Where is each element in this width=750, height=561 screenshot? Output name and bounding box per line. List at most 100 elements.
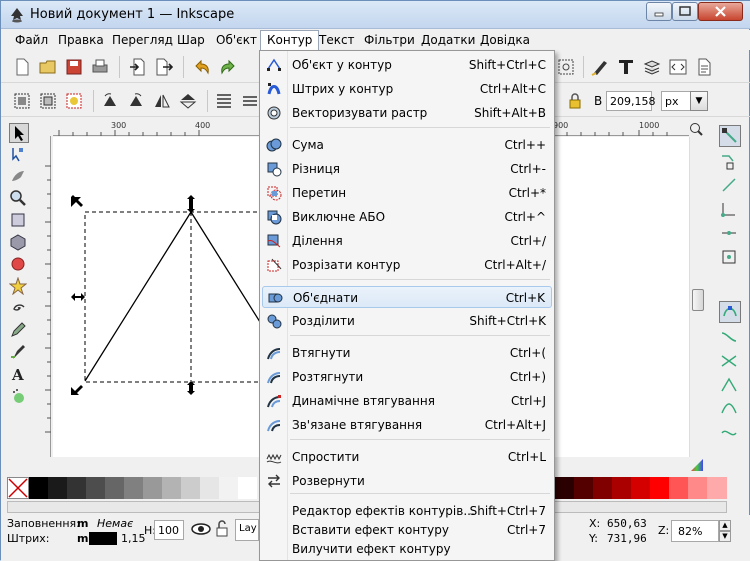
zoom-tool[interactable] <box>9 189 29 209</box>
open-folder-icon[interactable] <box>39 58 57 76</box>
pen-tool[interactable] <box>9 343 29 363</box>
swatch[interactable] <box>631 477 650 499</box>
node-tool[interactable] <box>9 145 29 165</box>
layer-select[interactable]: Lay <box>235 519 259 541</box>
menu-object[interactable]: Об'єкт <box>216 33 257 47</box>
height-field[interactable]: 209,158 <box>606 91 656 111</box>
zoom-drawing-icon[interactable] <box>557 58 575 76</box>
swatch[interactable] <box>105 477 124 499</box>
swatch[interactable] <box>162 477 181 499</box>
snap-midpoints-button[interactable] <box>719 223 741 245</box>
zoom-up-button[interactable]: ▲ <box>719 520 731 531</box>
flip-horizontal-icon[interactable] <box>153 92 171 110</box>
import-icon[interactable] <box>129 58 147 76</box>
eye-icon[interactable] <box>191 521 211 537</box>
swatch[interactable] <box>238 477 257 499</box>
swatch[interactable] <box>29 477 48 499</box>
swatch[interactable] <box>67 477 86 499</box>
snap-guide-button[interactable] <box>719 423 741 445</box>
path-menu-item[interactable]: Розтягнути Ctrl+) <box>262 366 552 388</box>
snap-paths-button[interactable] <box>719 327 741 349</box>
rotate-cw-icon[interactable] <box>127 92 145 110</box>
none-swatch[interactable] <box>7 477 29 499</box>
raise-icon[interactable] <box>241 92 259 110</box>
ellipse-tool[interactable] <box>9 255 29 275</box>
menu-path[interactable]: Контур <box>260 30 320 50</box>
swatch[interactable] <box>48 477 67 499</box>
xml-editor-icon[interactable] <box>669 58 687 76</box>
path-menu-item[interactable]: Перетин Ctrl+* <box>262 182 552 204</box>
path-menu-item[interactable]: Зв'язане втягування Ctrl+Alt+J <box>262 414 552 436</box>
path-menu-item[interactable]: Розрізати контур Ctrl+Alt+/ <box>262 254 552 276</box>
path-menu-item[interactable]: Втягнути Ctrl+( <box>262 342 552 364</box>
path-menu-item[interactable]: Векторизувати растр Shift+Alt+B <box>262 102 552 124</box>
stroke-width-value[interactable]: 1,15 <box>121 532 146 545</box>
path-menu-item[interactable]: Спростити Ctrl+L <box>262 446 552 468</box>
spiral-tool[interactable] <box>9 299 29 319</box>
select-tool[interactable] <box>9 123 29 143</box>
swatch[interactable] <box>219 477 238 499</box>
tweak-tool[interactable] <box>9 167 29 187</box>
deselect-icon[interactable] <box>65 92 83 110</box>
path-menu-item[interactable]: Штрих у контур Ctrl+Alt+C <box>262 78 552 100</box>
snap-smooth-button[interactable] <box>719 399 741 421</box>
path-menu-item[interactable]: Розділити Shift+Ctrl+K <box>262 310 552 332</box>
save-icon[interactable] <box>65 58 83 76</box>
close-button[interactable] <box>698 2 743 21</box>
raise-to-top-icon[interactable] <box>215 92 233 110</box>
undo-icon[interactable] <box>193 58 211 76</box>
maximize-button[interactable] <box>672 2 698 21</box>
swatch[interactable] <box>86 477 105 499</box>
zoom-down-button[interactable]: ▼ <box>719 531 731 542</box>
rectangle-tool[interactable] <box>9 211 29 231</box>
unit-dropdown-button[interactable]: ▼ <box>690 91 708 111</box>
snap-center-button[interactable] <box>719 247 741 269</box>
redo-icon[interactable] <box>219 58 237 76</box>
swatch[interactable] <box>143 477 162 499</box>
path-menu-item[interactable]: Об'єднати Ctrl+K <box>262 286 552 308</box>
swatch[interactable] <box>707 477 727 499</box>
swatch[interactable] <box>574 477 593 499</box>
snap-bbox-edges-button[interactable] <box>719 175 741 197</box>
menu-filters[interactable]: Фільтри <box>364 33 415 47</box>
path-menu-item[interactable]: Виключне АБО Ctrl+^ <box>262 206 552 228</box>
swatch[interactable] <box>688 477 707 499</box>
document-properties-icon[interactable] <box>695 58 713 76</box>
snap-toggle-button[interactable] <box>719 125 741 147</box>
fill-stroke-icon[interactable] <box>591 58 609 76</box>
new-document-icon[interactable] <box>13 58 31 76</box>
select-all-icon[interactable] <box>13 92 31 110</box>
snap-nodes-button[interactable] <box>719 301 741 323</box>
zoom-field[interactable]: 82% <box>671 520 719 542</box>
star-tool[interactable] <box>8 276 29 297</box>
vertical-scrollbar[interactable] <box>689 137 705 457</box>
3d-box-tool[interactable] <box>9 233 29 253</box>
vscroll-thumb[interactable] <box>692 289 704 311</box>
path-menu-item[interactable]: Ділення Ctrl+/ <box>262 230 552 252</box>
path-menu-item[interactable]: Динамічне втягування Ctrl+J <box>262 390 552 412</box>
lock-icon[interactable] <box>568 93 582 109</box>
menu-help[interactable]: Довідка <box>480 33 530 47</box>
select-all-layers-icon[interactable] <box>39 92 57 110</box>
opacity-field[interactable]: 100 <box>154 520 184 540</box>
swatch[interactable] <box>124 477 143 499</box>
text-font-icon[interactable] <box>617 58 635 76</box>
menu-extensions[interactable]: Додатки <box>421 33 475 47</box>
swatch[interactable] <box>612 477 631 499</box>
swatch[interactable] <box>181 477 200 499</box>
swatch[interactable] <box>200 477 219 499</box>
rotate-ccw-icon[interactable] <box>101 92 119 110</box>
menu-file[interactable]: Файл <box>15 33 48 47</box>
menu-view[interactable]: Перегляд <box>112 33 173 47</box>
flip-vertical-icon[interactable] <box>179 92 197 110</box>
stroke-color-swatch[interactable] <box>89 532 117 545</box>
export-icon[interactable] <box>155 58 173 76</box>
menu-layer[interactable]: Шар <box>177 33 205 47</box>
layers-icon[interactable] <box>643 58 661 76</box>
snap-bbox-button[interactable] <box>719 151 741 173</box>
color-manage-icon[interactable] <box>689 457 705 473</box>
swatch[interactable] <box>650 477 669 499</box>
swatch[interactable] <box>669 477 688 499</box>
spray-tool[interactable] <box>9 387 29 407</box>
snap-bbox-corners-button[interactable] <box>719 199 741 221</box>
